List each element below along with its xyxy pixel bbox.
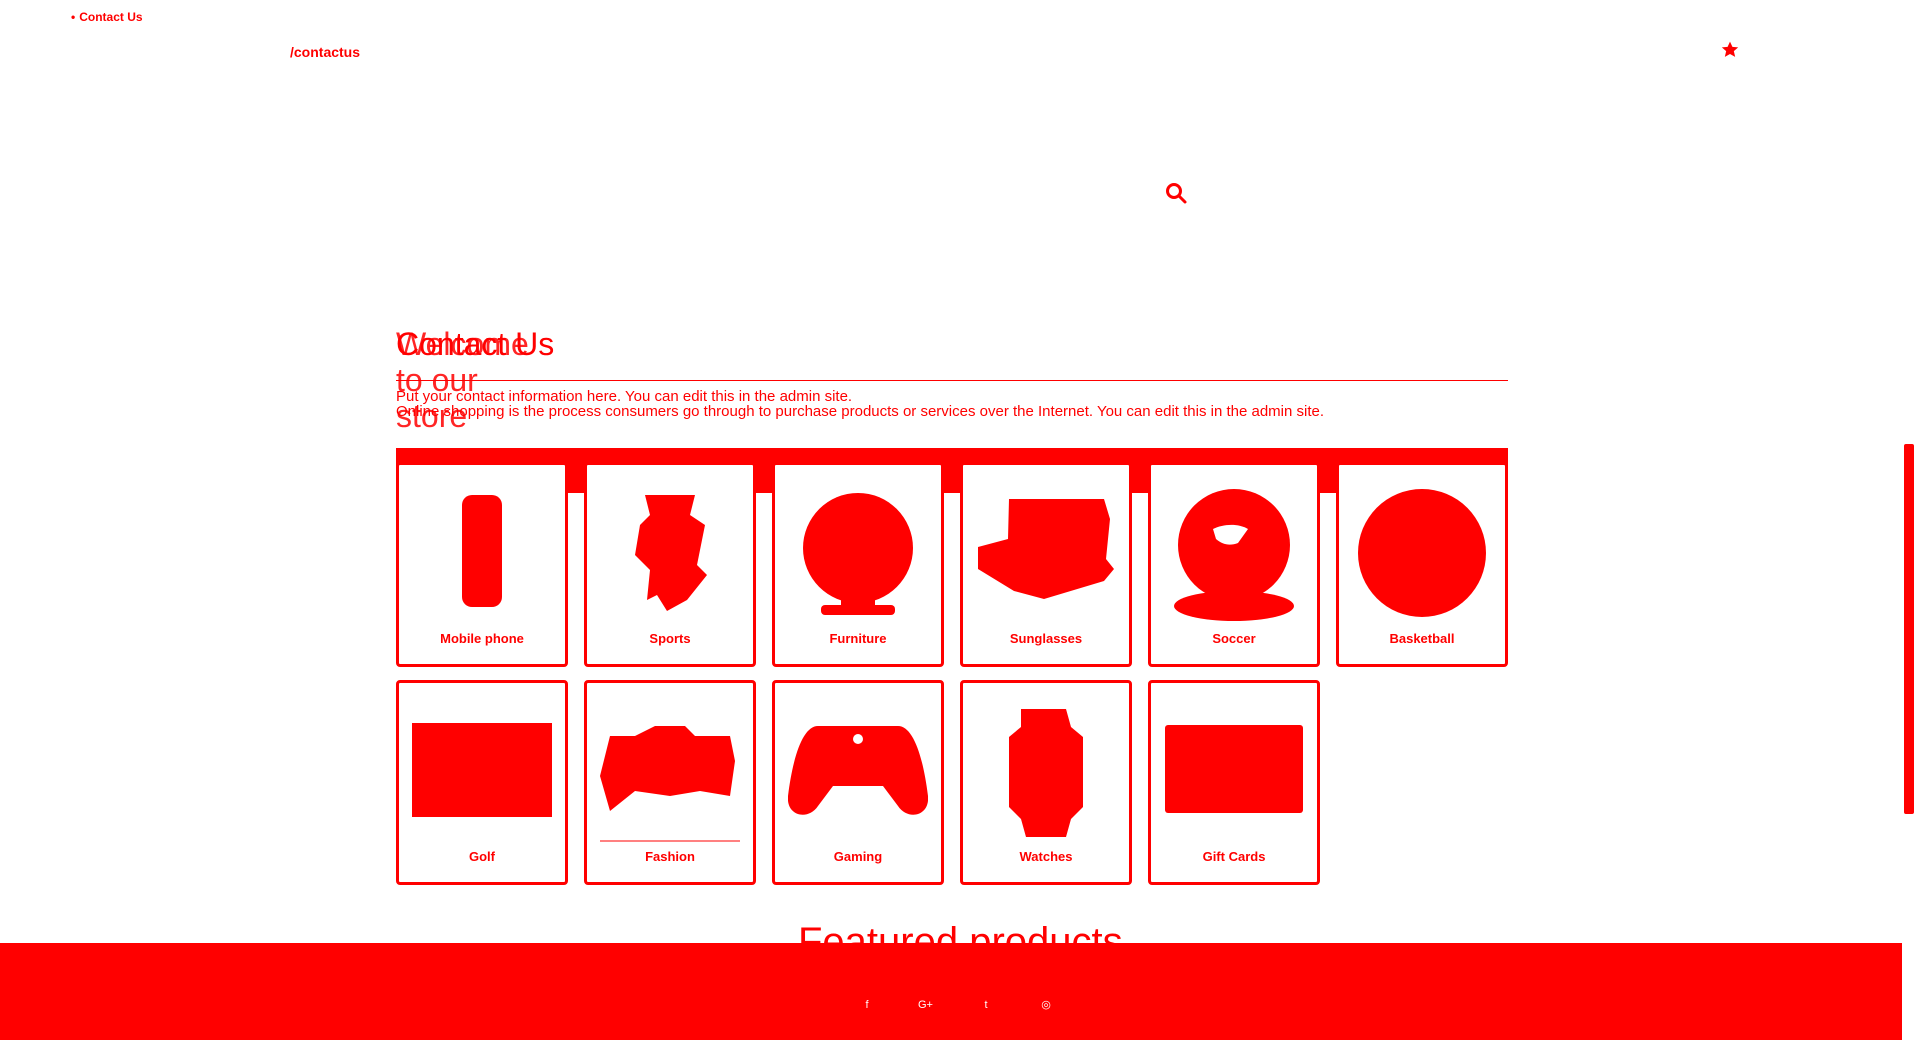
rss-icon[interactable]: ◎ bbox=[1039, 998, 1053, 1012]
category-label: Mobile phone bbox=[440, 631, 524, 646]
basketball-icon bbox=[1358, 489, 1486, 617]
contact-us-label: Contact Us bbox=[79, 10, 143, 24]
category-label: Sunglasses bbox=[1009, 631, 1083, 646]
page-title: Contact Us Welcome to our store bbox=[396, 326, 554, 434]
bullet-icon: • bbox=[71, 10, 76, 24]
footer: f G+ t ◎ bbox=[0, 943, 1902, 1040]
scrollbar[interactable] bbox=[1904, 444, 1914, 814]
category-label: Furniture bbox=[829, 631, 887, 646]
category-card-sports[interactable]: Sports bbox=[584, 462, 756, 667]
category-label: Sports bbox=[649, 631, 691, 646]
category-label: Golf bbox=[469, 849, 495, 864]
category-card-soccer[interactable]: Soccer bbox=[1148, 462, 1320, 667]
sports-icon bbox=[635, 495, 707, 611]
category-card-mobile-phone[interactable]: Mobile phone bbox=[396, 462, 568, 667]
category-card-gift-cards[interactable]: Gift Cards bbox=[1148, 680, 1320, 885]
gift-cards-icon bbox=[1165, 725, 1303, 813]
category-card-furniture[interactable]: Furniture bbox=[772, 462, 944, 667]
category-card-basketball[interactable]: Basketball bbox=[1336, 462, 1508, 667]
url-text: /contactus bbox=[290, 44, 361, 60]
star-icon[interactable] bbox=[1720, 40, 1740, 60]
contact-us-link[interactable]: • Contact Us bbox=[71, 10, 143, 24]
facebook-icon[interactable]: f bbox=[860, 998, 874, 1012]
golf-icon bbox=[412, 723, 552, 817]
category-label: Basketball bbox=[1389, 631, 1455, 646]
body-text: Put your contact information here. You c… bbox=[396, 389, 1324, 419]
category-label: Watches bbox=[1019, 849, 1073, 864]
category-label: Soccer bbox=[1212, 631, 1256, 646]
category-label: Fashion bbox=[645, 849, 695, 864]
furniture-icon bbox=[803, 493, 913, 615]
category-card-watches[interactable]: Watches bbox=[960, 680, 1132, 885]
intro-text: Online shopping is the process consumers… bbox=[396, 403, 1325, 420]
contact-info-text: Put your contact information here. You c… bbox=[396, 388, 853, 405]
category-card-gaming[interactable]: Gaming bbox=[772, 680, 944, 885]
category-card-fashion[interactable]: Fashion bbox=[584, 680, 756, 885]
category-label: Gift Cards bbox=[1202, 849, 1266, 864]
watches-icon bbox=[1009, 709, 1083, 837]
search-icon[interactable] bbox=[1164, 181, 1188, 205]
soccer-icon bbox=[1174, 489, 1294, 621]
mobile-phone-icon bbox=[462, 495, 502, 607]
heading-divider bbox=[396, 380, 1508, 381]
fashion-icon bbox=[600, 726, 740, 842]
category-label: Gaming bbox=[833, 849, 883, 864]
category-card-golf[interactable]: Golf bbox=[396, 680, 568, 885]
google-plus-icon[interactable]: G+ bbox=[918, 998, 933, 1012]
gaming-icon bbox=[788, 726, 928, 815]
sunglasses-icon bbox=[978, 499, 1114, 599]
twitter-icon[interactable]: t bbox=[979, 998, 993, 1012]
category-card-sunglasses[interactable]: Sunglasses bbox=[960, 462, 1132, 667]
